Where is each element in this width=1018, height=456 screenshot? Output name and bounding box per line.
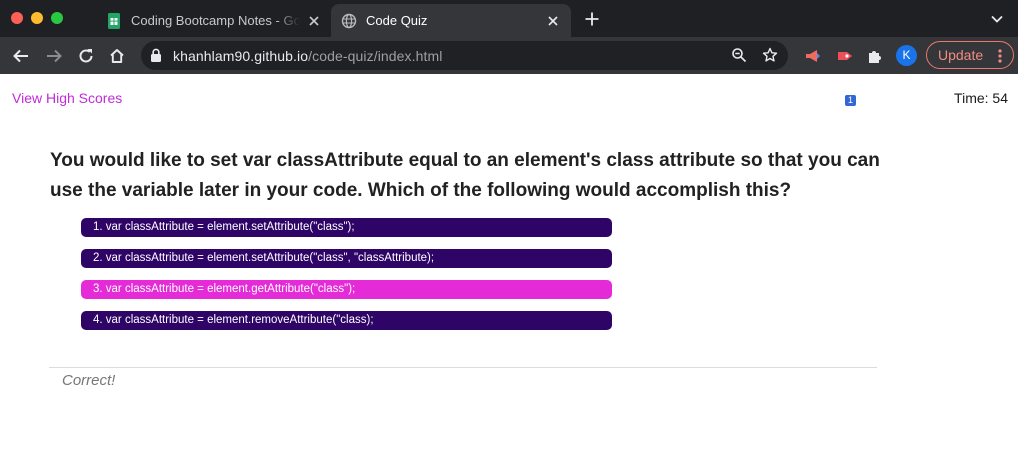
close-window-button[interactable]: [11, 12, 23, 24]
home-icon[interactable]: [108, 47, 126, 65]
zoom-magnifier-icon[interactable]: [731, 47, 747, 63]
feedback-divider: [49, 367, 877, 368]
globe-icon: [341, 13, 357, 28]
minimize-window-button[interactable]: [31, 12, 43, 24]
url-text[interactable]: khanhlam90.github.io/code-quiz/index.htm…: [173, 48, 443, 64]
more-menu-icon[interactable]: [998, 49, 1002, 63]
extension-megaphone-icon[interactable]: [804, 47, 822, 65]
forward-arrow-icon[interactable]: [45, 47, 63, 65]
bookmark-star-icon[interactable]: [762, 47, 778, 63]
maximize-window-button[interactable]: [51, 12, 63, 24]
close-tab-icon[interactable]: [545, 13, 561, 29]
url-path: /code-quiz/index.html: [308, 48, 443, 64]
question-text: You would like to set var classAttribute…: [50, 150, 880, 201]
view-high-scores-link[interactable]: View High Scores: [12, 90, 122, 106]
answer-button-1[interactable]: 1. var classAttribute = element.setAttri…: [81, 218, 612, 237]
browser-tab-bar: Coding Bootcamp Notes - Google Sheets Co…: [0, 0, 1018, 37]
update-button[interactable]: Update: [926, 41, 1014, 69]
browser-toolbar: khanhlam90.github.io/code-quiz/index.htm…: [0, 37, 1018, 106]
tab-title: Code Quiz: [366, 13, 428, 28]
answer-button-4[interactable]: 4. var classAttribute = element.removeAt…: [81, 311, 612, 330]
new-tab-plus-icon[interactable]: [584, 11, 600, 27]
extension-badge: 1: [845, 95, 856, 106]
address-bar[interactable]: khanhlam90.github.io/code-quiz/index.htm…: [141, 41, 788, 70]
url-host: khanhlam90.github.io: [173, 48, 309, 64]
profile-avatar[interactable]: K: [896, 45, 917, 66]
update-button-label: Update: [938, 47, 984, 63]
reload-icon[interactable]: [77, 47, 95, 65]
close-tab-icon[interactable]: [306, 13, 322, 29]
lock-icon[interactable]: [150, 48, 162, 62]
tab-title: Coding Bootcamp Notes - Google Sheets: [131, 13, 300, 28]
tab-search-chevron-icon[interactable]: [990, 14, 1004, 24]
sheets-icon: [108, 12, 120, 29]
back-arrow-icon[interactable]: [12, 47, 30, 65]
answer-button-3[interactable]: 3. var classAttribute = element.getAttri…: [81, 280, 612, 299]
answer-button-2[interactable]: 2. var classAttribute = element.setAttri…: [81, 249, 612, 268]
feedback-text: Correct!: [62, 372, 116, 389]
answer-list: 1. var classAttribute = element.setAttri…: [81, 218, 612, 342]
timer: Time: 54: [954, 90, 1008, 106]
extensions-puzzle-icon[interactable]: [866, 47, 884, 65]
tab-coding-bootcamp-notes[interactable]: Coding Bootcamp Notes - Google Sheets: [96, 4, 332, 37]
tab-code-quiz[interactable]: Code Quiz: [331, 4, 571, 37]
extension-tag-icon[interactable]: [836, 47, 854, 65]
